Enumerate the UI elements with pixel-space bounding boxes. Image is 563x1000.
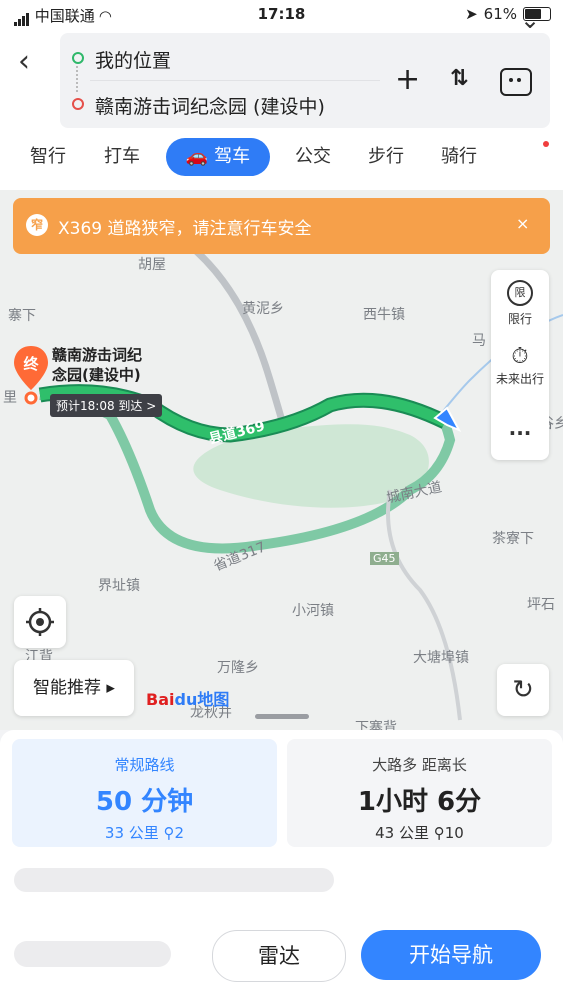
map-canvas [38, 247, 563, 721]
tab-drive[interactable]: 🚗 驾车 [166, 138, 270, 176]
eta-badge[interactable]: 预计18:08 到达 > [50, 394, 163, 417]
highway-badge: G45 [370, 552, 399, 565]
loading-placeholder [14, 941, 171, 967]
destination-map-label: 赣南游击词纪 念园(建设中) [52, 345, 142, 385]
brand-text: Bai [146, 690, 175, 709]
map-tools-panel: 限 限行 ⏱ 未来出行 ... [491, 270, 549, 460]
notification-dot [543, 141, 549, 147]
map-label: 西牛镇 [363, 307, 405, 323]
route-lights: 10 [444, 824, 464, 842]
tab-transit[interactable]: 公交 [280, 138, 346, 176]
traffic-light-icon: ⚲ [433, 824, 445, 842]
map-label: 界址镇 [98, 578, 140, 594]
restriction-icon: 限 [507, 280, 533, 306]
tab-taxi[interactable]: 打车 [89, 138, 155, 176]
transport-tabs: 智行 打车 🚗 驾车 公交 步行 骑行 [0, 138, 563, 182]
back-button[interactable]: ‹ [18, 44, 30, 79]
loading-placeholder [14, 868, 334, 892]
pin-dot [24, 391, 38, 405]
destination-name-line2: 念园(建设中) [52, 366, 141, 384]
add-waypoint-button[interactable]: + [395, 62, 420, 97]
destination-marker-icon[interactable]: 终 [12, 344, 50, 412]
origin-dot-icon [72, 52, 84, 64]
map-label: 胡屋 [138, 257, 166, 273]
route-distance: 33 公里 [104, 824, 159, 842]
route-duration: 1小时 6分 [357, 787, 482, 817]
future-travel-label: 未来出行 [495, 372, 544, 386]
origin-field[interactable]: 我的位置 [95, 46, 171, 73]
locate-button[interactable] [14, 596, 66, 648]
car-icon: 🚗 [185, 146, 209, 167]
map-label: 万隆乡 [217, 660, 259, 676]
route-title: 常规路线 [114, 756, 175, 774]
destination-name-line1: 赣南游击词纪 [52, 346, 143, 364]
route-meta: 43 公里 ⚲10 [287, 822, 552, 843]
tab-drive-label: 驾车 [214, 146, 251, 167]
route-meta: 33 公里 ⚲2 [12, 822, 277, 843]
tab-smart[interactable]: 智行 [15, 138, 81, 176]
map-view[interactable]: 胡屋 黄泥乡 西牛镇 马 寨下 里 县道369 城南大道 省道317 G45 茶… [0, 190, 563, 730]
map-label: 大塘埠镇 [413, 650, 469, 666]
alert-text: X369 道路狭窄，请注意行车安全 [58, 219, 312, 239]
route-option-alternate[interactable]: 大路多 距离长 1小时 6分 43 公里 ⚲10 [287, 739, 552, 847]
narrow-road-icon: 窄 [26, 214, 48, 236]
radar-button[interactable]: 雷达 [212, 930, 346, 982]
location-icon: ➤ [465, 5, 478, 23]
route-option-regular[interactable]: 常规路线 50 分钟 33 公里 ⚲2 [12, 739, 277, 847]
status-bar: 中国联通 ◜◝ 17:18 ➤ 61% [0, 0, 563, 30]
route-settings-button[interactable] [500, 68, 532, 96]
destination-badge: 终 [23, 355, 39, 373]
sheet-drag-handle[interactable] [255, 714, 309, 719]
tab-bike[interactable]: 骑行 [426, 138, 492, 176]
close-icon[interactable]: × [516, 214, 529, 233]
future-travel-button[interactable]: ⏱ 未来出行 [491, 344, 549, 387]
swap-route-button[interactable]: ⇅ [450, 66, 468, 91]
map-label: 黄泥乡 [242, 301, 284, 317]
tab-walk[interactable]: 步行 [353, 138, 419, 176]
map-label: 寨下 [8, 308, 36, 324]
map-label: 坪石 [527, 597, 555, 613]
refresh-icon[interactable]: ↻ [497, 664, 549, 716]
restriction-label: 限行 [507, 312, 532, 326]
destination-dot-icon [72, 98, 84, 110]
chevron-down-icon[interactable]: ⌄ [520, 6, 540, 34]
route-distance: 43 公里 [375, 824, 429, 842]
map-label: 马 [472, 333, 486, 349]
restriction-button[interactable]: 限 限行 [491, 280, 549, 327]
smart-recommend-button[interactable]: 智能推荐 ▸ [14, 660, 134, 716]
crosshair-icon [26, 608, 54, 636]
route-connector [76, 66, 80, 92]
traffic-light-icon: ⚲ [163, 824, 175, 842]
map-label: 茶寮下 [492, 531, 534, 547]
route-duration: 50 分钟 [95, 787, 194, 817]
route-lights: 2 [174, 824, 185, 842]
highway [386, 489, 462, 721]
start-navigation-button[interactable]: 开始导航 [361, 930, 541, 980]
more-button[interactable]: ... [491, 416, 549, 440]
divider [90, 80, 380, 81]
brand-text-2: du地图 [174, 690, 230, 709]
stopwatch-icon: ⏱ [511, 344, 529, 369]
map-label: 下寨背 [355, 720, 397, 730]
map-label: 小河镇 [292, 603, 334, 619]
route-title: 大路多 距离长 [372, 756, 467, 774]
destination-field[interactable]: 赣南游击词纪念园 (建设中) [95, 92, 325, 119]
baidu-map-logo: Baidu地图 [146, 686, 229, 710]
battery-percent: 61% [483, 5, 517, 23]
